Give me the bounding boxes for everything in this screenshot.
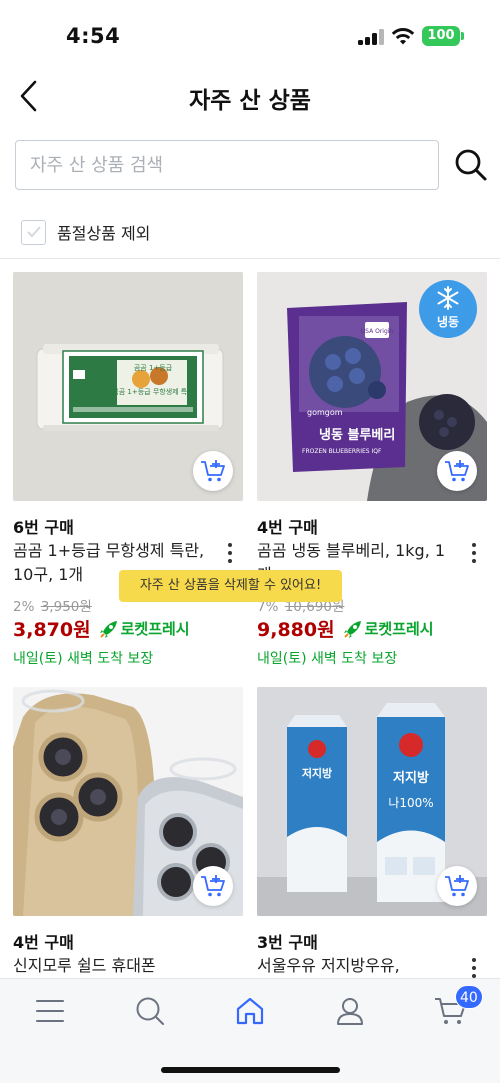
cart-plus-icon [445, 875, 469, 897]
rocket-fresh-badge: 로켓프레시 [343, 618, 434, 639]
add-to-cart-button[interactable] [437, 866, 477, 906]
purchase-count: 6번 구매 [13, 518, 74, 537]
more-options-icon[interactable] [221, 541, 239, 563]
header: 자주 산 상품 [0, 66, 500, 126]
product-image[interactable]: 저지방 저지방 나100% [257, 687, 487, 916]
tab-home[interactable] [230, 991, 270, 1031]
milk-subcaption: 나100% [388, 796, 433, 810]
price-row: 3,870원 로켓프레시 [13, 615, 190, 642]
page-title: 자주 산 상품 [189, 88, 311, 114]
exclude-soldout-label: 품절상품 제외 [57, 224, 151, 243]
cart-plus-icon [201, 460, 225, 482]
svg-text:곰곰 1+등급: 곰곰 1+등급 [134, 364, 173, 372]
rocket-icon [99, 620, 117, 638]
rocket-icon [343, 620, 361, 638]
rocket-fresh-label: 로켓프레시 [120, 620, 190, 638]
divider [0, 258, 500, 259]
egg-caption: 곰곰 1+등급 무항생제 특란 [112, 387, 194, 396]
svg-text:저지방: 저지방 [302, 766, 332, 780]
frozen-badge: 냉동 [419, 280, 477, 338]
blueberry-subcaption: FROZEN BLUEBERRIES IQF [302, 448, 382, 455]
brand-text: gomgom [307, 408, 343, 417]
purchase-count: 4번 구매 [13, 933, 74, 952]
blueberry-caption: 냉동 블루베리 [319, 427, 395, 443]
battery-indicator: 100 [422, 26, 460, 46]
more-options-icon[interactable] [465, 541, 483, 563]
delivery-guarantee: 내일(토) 새벽 도착 보장 [257, 651, 398, 667]
delivery-guarantee: 내일(토) 새벽 도착 보장 [13, 651, 154, 667]
home-icon [236, 997, 264, 1025]
rocket-fresh-label: 로켓프레시 [364, 620, 434, 638]
rocket-fresh-badge: 로켓프레시 [99, 618, 190, 639]
home-indicator [161, 1067, 340, 1073]
cart-count-badge: 40 [455, 985, 483, 1009]
purchase-count: 3번 구매 [257, 933, 318, 952]
product-image[interactable] [13, 687, 243, 916]
sale-price: 9,880원 [257, 619, 335, 641]
status-bar: 4:54 100 [0, 0, 500, 66]
discount-rate: 2% [13, 599, 35, 615]
wifi-icon [391, 28, 415, 45]
discount-row: 2% 3,950원 [13, 595, 92, 615]
menu-icon [36, 1000, 64, 1022]
more-options-icon[interactable] [465, 956, 483, 978]
add-to-cart-button[interactable] [193, 451, 233, 491]
original-price: 3,950원 [40, 599, 92, 615]
price-row: 9,880원 로켓프레시 [257, 615, 434, 642]
add-to-cart-button[interactable] [437, 451, 477, 491]
cart-plus-icon [445, 460, 469, 482]
cellular-signal-icon [358, 29, 384, 45]
product-image[interactable]: 곰곰 1+등급 곰곰 1+등급 무항생제 특란 [13, 272, 243, 501]
origin-text: USA Origin [361, 328, 394, 335]
milk-caption: 저지방 [393, 770, 429, 786]
user-icon [337, 998, 363, 1025]
search-input[interactable] [15, 140, 439, 190]
tab-menu[interactable] [30, 991, 70, 1031]
add-to-cart-button[interactable] [193, 866, 233, 906]
tab-my-account[interactable] [330, 991, 370, 1031]
exclude-soldout-filter[interactable]: 품절상품 제외 [21, 218, 150, 246]
search-icon[interactable] [452, 146, 490, 184]
toast-message: 자주 산 상품을 삭제할 수 있어요! [119, 570, 342, 602]
cart-plus-icon [201, 875, 225, 897]
sale-price: 3,870원 [13, 619, 91, 641]
product-image[interactable]: USA Origin gomgom 냉동 블루베리 FROZEN BLUEBER… [257, 272, 487, 501]
search-icon [136, 997, 164, 1025]
battery-tip [461, 32, 464, 40]
frozen-label: 냉동 [436, 315, 460, 329]
purchase-count: 4번 구매 [257, 518, 318, 537]
checkmark-icon [26, 226, 41, 238]
status-time: 4:54 [66, 24, 121, 48]
tab-search[interactable] [130, 991, 170, 1031]
exclude-soldout-checkbox[interactable] [21, 219, 46, 245]
snowflake-icon [437, 286, 459, 310]
